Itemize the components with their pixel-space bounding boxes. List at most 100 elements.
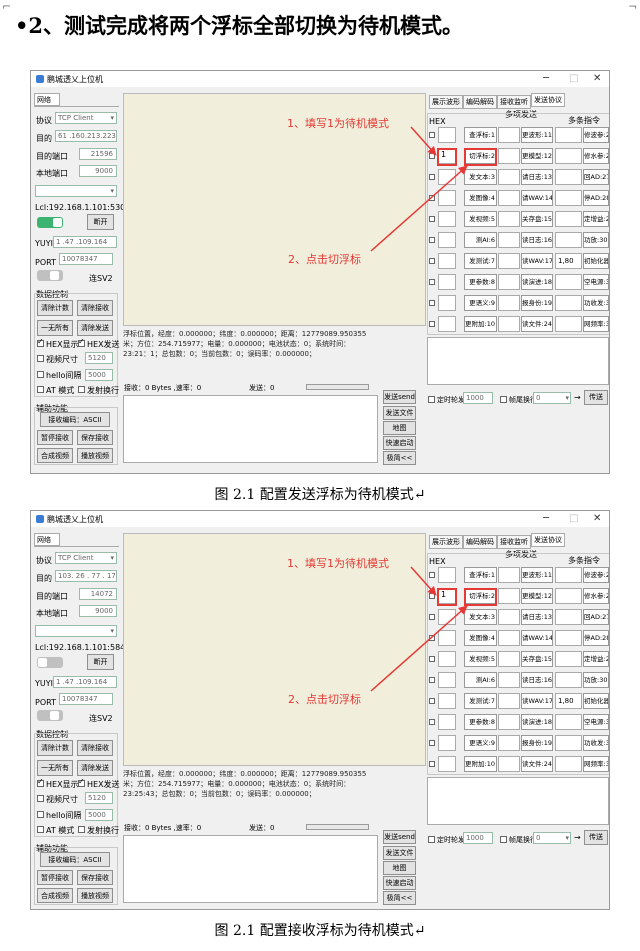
hex-send-checkbox[interactable] <box>78 777 85 787</box>
command-button-left[interactable]: 发图像:4 <box>464 190 497 206</box>
send-input-area[interactable] <box>123 835 378 903</box>
row-checkbox[interactable] <box>429 635 435 641</box>
command-button-right[interactable]: 停AD:28 <box>583 630 609 646</box>
command-param-input[interactable] <box>498 316 520 332</box>
protocol-select[interactable]: TCP Client ▾ <box>55 112 117 124</box>
command-param-input[interactable] <box>555 609 582 625</box>
row-checkbox[interactable] <box>429 216 435 222</box>
row-checkbox[interactable] <box>429 237 435 243</box>
command-param-input[interactable] <box>498 253 520 269</box>
command-param-input[interactable] <box>498 735 520 751</box>
command-param-input[interactable] <box>438 127 456 143</box>
hello-interval-checkbox[interactable] <box>37 371 44 378</box>
minimal-mode-button[interactable]: 极简<< <box>383 891 416 905</box>
timer-send-checkbox[interactable] <box>428 836 435 843</box>
video-size-input[interactable]: 5120 <box>85 352 113 364</box>
command-param-input[interactable] <box>498 756 520 772</box>
connect-sv2-label[interactable]: 连SV2 <box>89 713 113 724</box>
close-icon[interactable]: ✕ <box>593 73 601 84</box>
maximize-icon[interactable]: □ <box>569 73 578 84</box>
command-button-right[interactable]: 功放:30 <box>583 232 609 248</box>
yuyi-input[interactable]: 1 .47 .109.164 <box>53 236 117 248</box>
command-button-right[interactable]: 初始化器:31 <box>583 693 609 709</box>
command-button-right[interactable]: 功收发:33 <box>583 735 609 751</box>
tab-network[interactable]: 网络 <box>34 93 60 106</box>
command-param-input[interactable] <box>498 274 520 290</box>
clear-count-button[interactable]: 清除计数 <box>37 300 73 316</box>
minimize-icon[interactable]: ─ <box>543 73 549 84</box>
command-param-input[interactable] <box>555 735 582 751</box>
command-button-right[interactable]: 停AD:28 <box>583 190 609 206</box>
command-param-input[interactable] <box>438 756 456 772</box>
command-param-input[interactable] <box>555 127 582 143</box>
command-button-right[interactable]: 网频率:34 <box>583 316 609 332</box>
command-button-left[interactable]: 更参数:8 <box>464 274 497 290</box>
pause-receive-button[interactable]: 暂停接收 <box>37 870 73 885</box>
command-param-input[interactable] <box>498 190 520 206</box>
command-param-input[interactable] <box>498 295 520 311</box>
clear-receive-button[interactable]: 清除接收 <box>77 740 113 756</box>
tab-receive-monitor[interactable]: 接收监听 <box>497 95 531 109</box>
command-param-input[interactable] <box>438 651 456 667</box>
device-select[interactable]: ▾ <box>35 625 117 637</box>
command-param-input[interactable] <box>555 190 582 206</box>
command-param-input[interactable] <box>438 253 456 269</box>
command-button-mid[interactable]: 读演进:18 <box>521 714 553 730</box>
tab-codec[interactable]: 编码解码 <box>463 535 497 549</box>
command-param-input[interactable] <box>438 672 456 688</box>
command-param-input[interactable] <box>555 211 582 227</box>
clear-send-button[interactable]: 清除发送 <box>77 760 113 776</box>
command-button-mid[interactable]: 更模型:12 <box>521 588 553 604</box>
destination-port-input[interactable]: 21596 <box>79 148 117 160</box>
at-mode-checkbox[interactable] <box>37 386 44 393</box>
command-param-input[interactable] <box>438 316 456 332</box>
destination-port-input[interactable]: 14072 <box>79 588 117 600</box>
hello-interval-input[interactable]: 5000 <box>85 369 113 381</box>
command-param-input[interactable] <box>555 756 582 772</box>
command-param-input[interactable] <box>438 609 456 625</box>
command-param-input[interactable] <box>555 588 582 604</box>
command-button-left[interactable]: 发视频:5 <box>464 211 497 227</box>
command-button-right[interactable]: 功收发:33 <box>583 295 609 311</box>
command-button-left[interactable]: 测AI:6 <box>464 232 497 248</box>
command-button-mid[interactable]: 请WAV:14 <box>521 630 553 646</box>
command-button-left[interactable]: 更附加:10 <box>464 756 497 772</box>
command-param-input[interactable] <box>498 714 520 730</box>
quick-start-button[interactable]: 快速启动 <box>383 436 416 450</box>
row-checkbox[interactable] <box>429 321 435 327</box>
clear-send-button[interactable]: 清除发送 <box>77 320 113 336</box>
video-size-checkbox[interactable] <box>37 795 44 802</box>
video-size-input[interactable]: 5120 <box>85 792 113 804</box>
row-checkbox[interactable] <box>429 761 435 767</box>
command-button-mid[interactable]: 更波形:11 <box>521 127 553 143</box>
tab-waveform[interactable]: 展示波形 <box>429 535 463 549</box>
command-button-right[interactable]: 修水参:26 <box>583 588 609 604</box>
command-button-left[interactable]: 发测试:7 <box>464 693 497 709</box>
row-checkbox[interactable] <box>429 258 435 264</box>
compose-video-button[interactable]: 合成视频 <box>37 888 73 903</box>
command-param-input[interactable] <box>438 190 456 206</box>
frame-newline-checkbox[interactable] <box>500 396 507 403</box>
local-port-input[interactable]: 9000 <box>79 165 117 177</box>
disconnect-button[interactable]: 断开 <box>87 654 114 670</box>
save-receive-button[interactable]: 保存接收 <box>77 870 113 885</box>
command-button-left[interactable]: 发图像:4 <box>464 630 497 646</box>
row-checkbox[interactable] <box>429 572 435 578</box>
timer-send-checkbox[interactable] <box>428 396 435 403</box>
send-file-button[interactable]: 发送文件 <box>383 846 416 860</box>
command-button-left[interactable]: 发测试:7 <box>464 253 497 269</box>
tab-send-protocol[interactable]: 发送协议 <box>531 533 565 547</box>
transmit-button[interactable]: 传送 <box>584 390 608 405</box>
command-button-right[interactable]: 定增益:29 <box>583 211 609 227</box>
command-param-input[interactable] <box>555 567 582 583</box>
hex-display-checkbox[interactable] <box>37 337 44 347</box>
command-param-input[interactable] <box>498 169 520 185</box>
row-checkbox[interactable] <box>429 740 435 746</box>
tab-receive-monitor[interactable]: 接收监听 <box>497 535 531 549</box>
protocol-output-area[interactable] <box>427 337 609 385</box>
command-param-input[interactable] <box>555 232 582 248</box>
command-button-left[interactable]: 更语义:9 <box>464 295 497 311</box>
command-button-left[interactable]: 更附加:10 <box>464 316 497 332</box>
row-checkbox[interactable] <box>429 614 435 620</box>
command-param-input[interactable] <box>438 169 456 185</box>
